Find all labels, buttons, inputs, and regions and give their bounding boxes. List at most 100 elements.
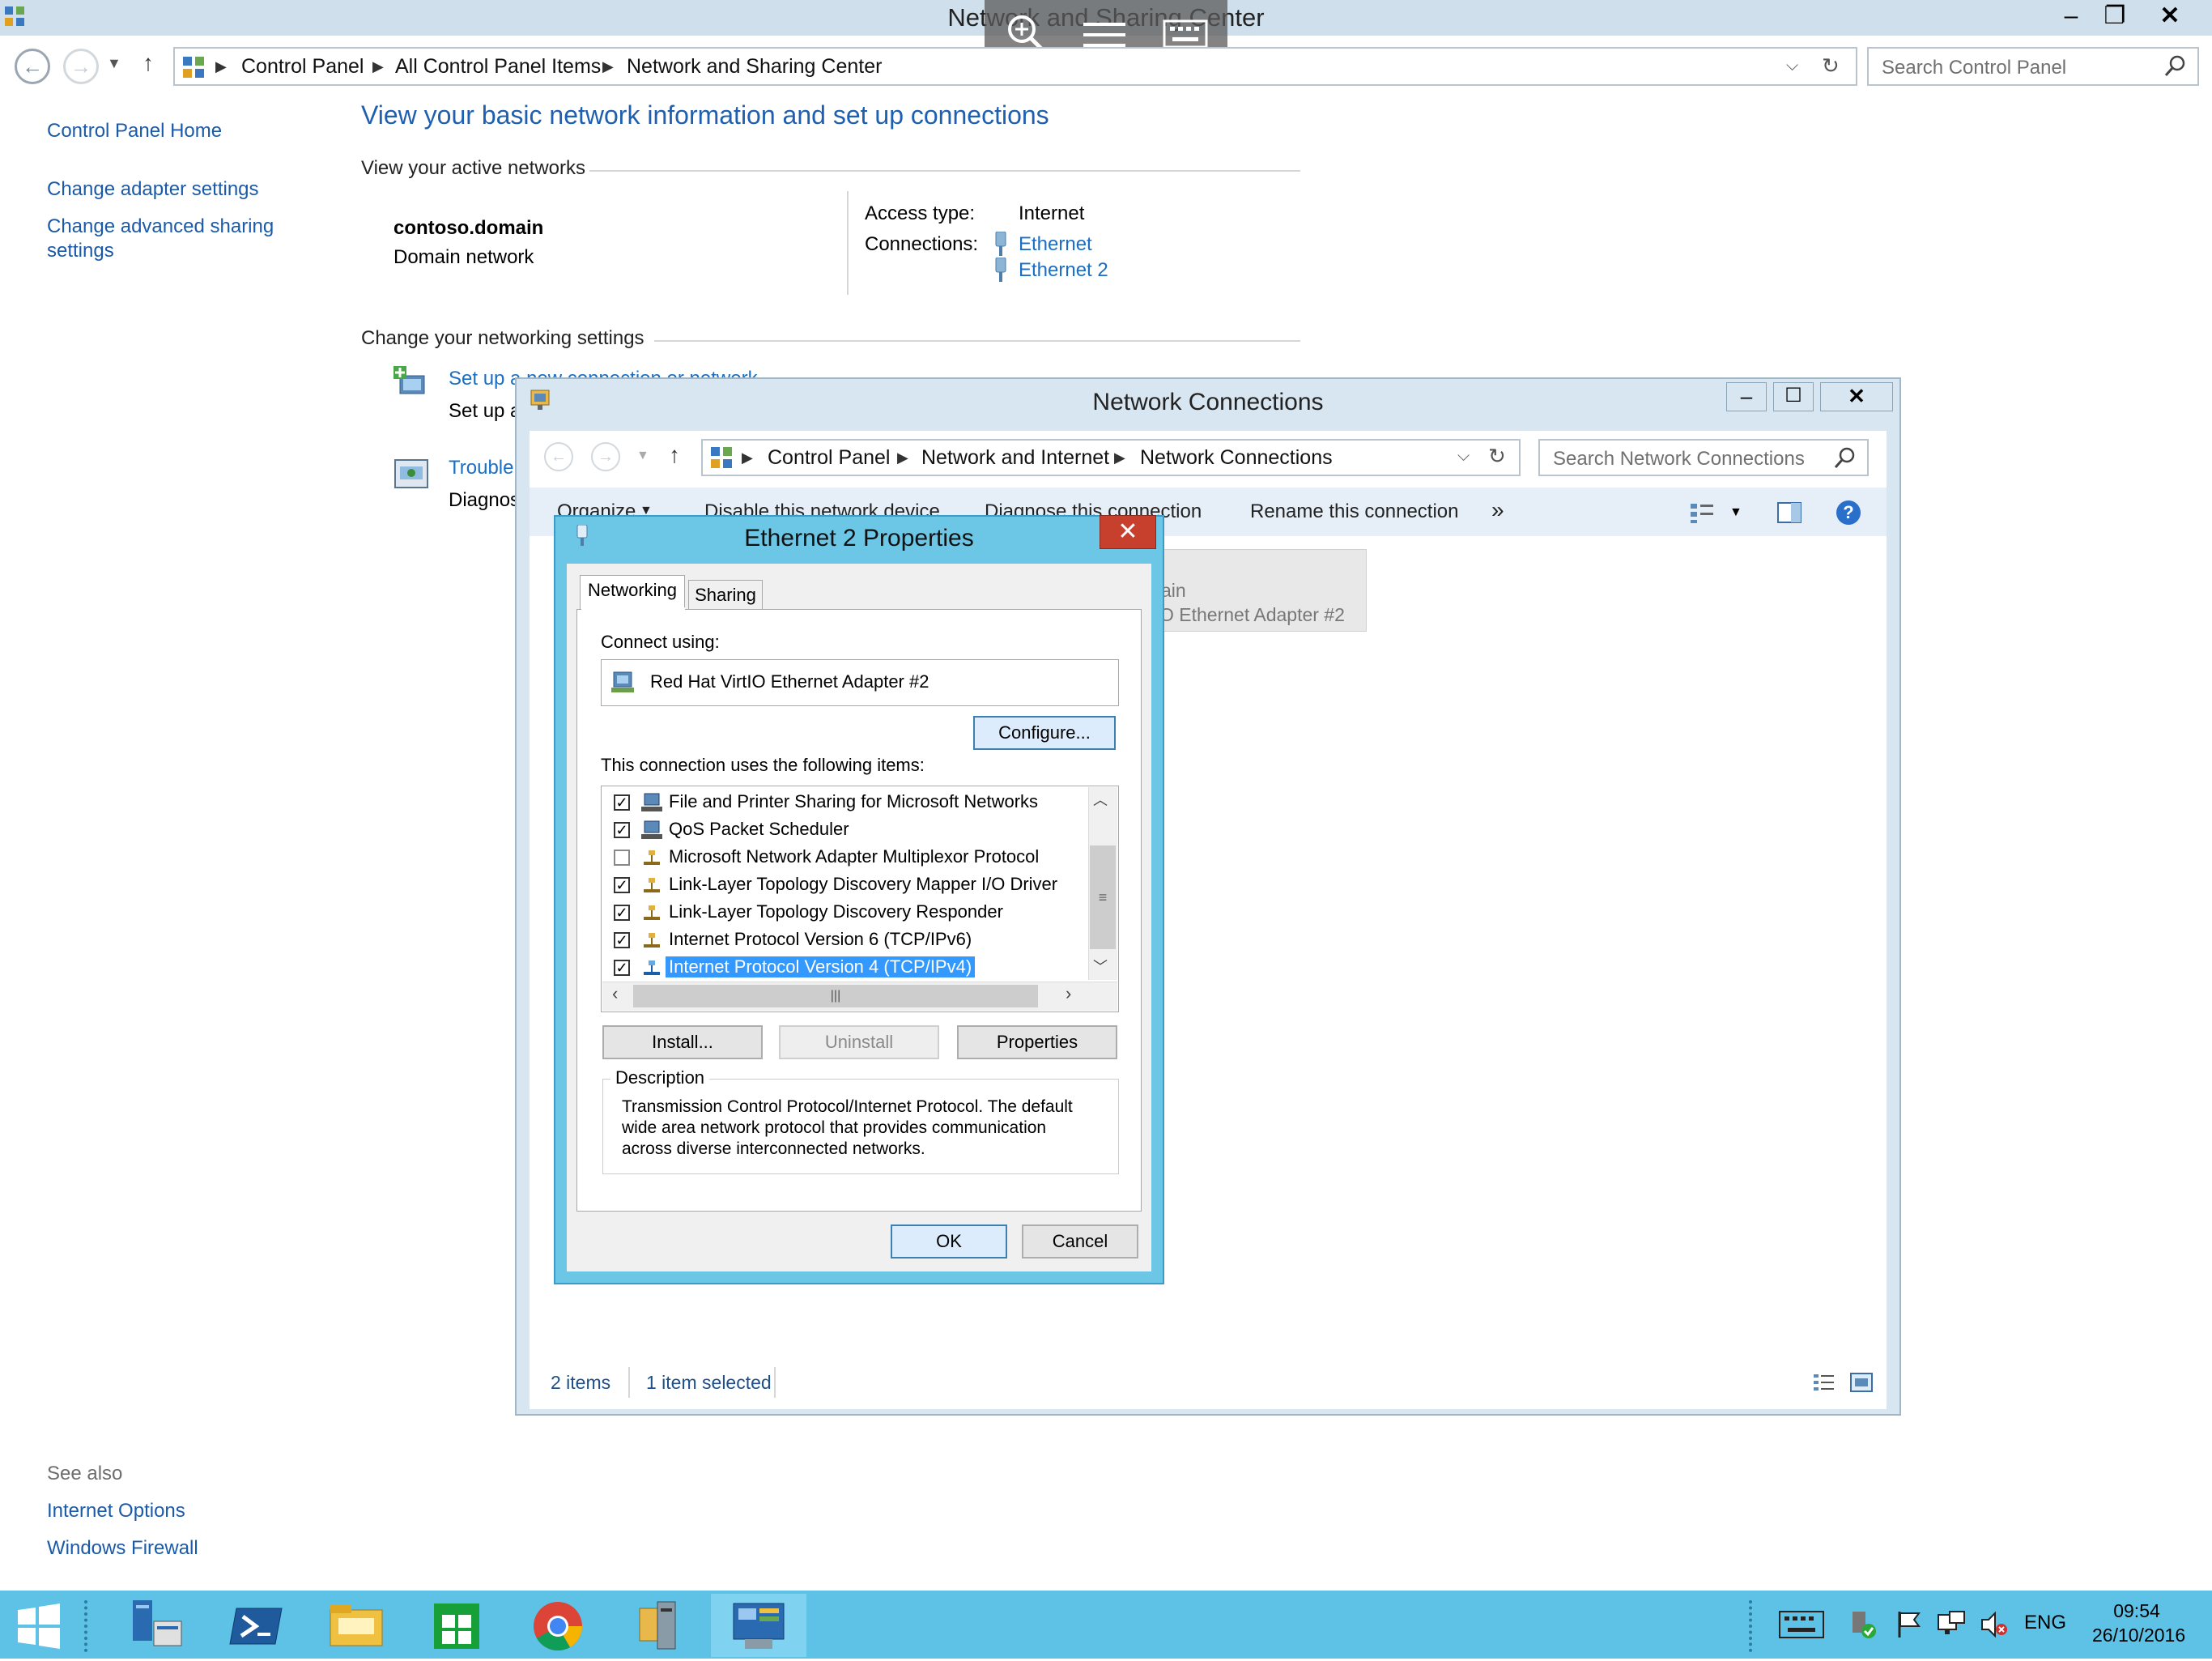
nc-back-button[interactable]: ← (544, 442, 573, 471)
item-checkbox[interactable]: ✓ (614, 877, 630, 893)
chevron-down-icon[interactable]: ⌵ (1786, 57, 1798, 75)
search-icon[interactable] (2163, 53, 2188, 78)
nc-breadcrumb-network-internet[interactable]: Network and Internet (921, 441, 1109, 475)
scroll-right-icon[interactable]: › (1066, 983, 1071, 1004)
search-input[interactable]: Search Control Panel (1867, 47, 2199, 86)
chevron-down-icon[interactable]: ⌵ (1457, 447, 1470, 466)
menu-icon[interactable] (1083, 21, 1125, 49)
scroll-left-icon[interactable]: ‹ (612, 983, 618, 1004)
breadcrumb-all-items[interactable]: All Control Panel Items (395, 49, 601, 84)
nc-up-button[interactable]: ↑ (669, 442, 680, 468)
breadcrumb-control-panel[interactable]: Control Panel (241, 49, 364, 84)
volume-muted-icon[interactable] (1979, 1610, 2008, 1639)
forward-button[interactable]: → (63, 49, 99, 84)
server-manager-icon[interactable] (108, 1594, 204, 1657)
network-tray-icon[interactable] (1937, 1610, 1966, 1639)
scroll-up-icon[interactable]: ︿ (1093, 789, 1108, 810)
restore-button[interactable]: ❐ (2089, 0, 2141, 32)
ethernet-link[interactable]: Ethernet (1019, 233, 1092, 256)
change-advanced-sharing-link[interactable]: Change advanced sharing (47, 215, 274, 238)
item-checkbox[interactable]: ✓ (614, 932, 630, 948)
list-item[interactable]: Microsoft Network Adapter Multiplexor Pr… (606, 844, 1091, 871)
control-panel-taskbar-icon[interactable] (711, 1594, 806, 1657)
ethernet-2-link[interactable]: Ethernet 2 (1019, 259, 1108, 282)
breadcrumb-separator[interactable]: ▶ (602, 49, 614, 84)
close-button[interactable]: ✕ (2144, 0, 2196, 32)
large-icons-view-icon[interactable] (1849, 1372, 1874, 1393)
divider (628, 1367, 630, 1398)
item-checkbox[interactable]: ✓ (614, 960, 630, 976)
item-checkbox[interactable] (614, 850, 630, 866)
breadcrumb-separator[interactable]: ▶ (372, 49, 384, 84)
uninstall-button[interactable]: Uninstall (779, 1025, 939, 1059)
configure-button[interactable]: Configure... (973, 716, 1116, 750)
change-advanced-sharing-link-line2[interactable]: settings (47, 240, 114, 262)
nc-breadcrumb-network-connections[interactable]: Network Connections (1140, 441, 1333, 475)
nc-forward-button[interactable]: → (591, 442, 620, 471)
nc-minimize-button[interactable]: – (1726, 382, 1767, 411)
internet-options-link[interactable]: Internet Options (47, 1500, 185, 1523)
details-view-icon[interactable] (1812, 1372, 1836, 1393)
horizontal-scrollbar-thumb[interactable]: ||| (633, 985, 1038, 1007)
breadcrumb-separator[interactable]: ▶ (742, 441, 753, 475)
scroll-down-icon[interactable]: ﹀ (1093, 956, 1108, 977)
nc-address-bar[interactable]: ▶ Control Panel ▶ Network and Internet ▶… (701, 439, 1521, 476)
refresh-icon[interactable]: ↻ (1822, 53, 1840, 79)
nc-maximize-button[interactable]: ☐ (1773, 382, 1814, 411)
help-icon[interactable]: ? (1836, 500, 1861, 525)
troubleshoot-link[interactable]: Trouble (449, 457, 513, 479)
breadcrumb-separator[interactable]: ▶ (215, 49, 227, 84)
rename-connection-button[interactable]: Rename this connection (1250, 500, 1458, 523)
list-item[interactable]: ✓ Link-Layer Topology Discovery Mapper I… (606, 871, 1091, 899)
windows-firewall-link[interactable]: Windows Firewall (47, 1537, 198, 1560)
ok-button[interactable]: OK (891, 1224, 1007, 1259)
touch-keyboard-icon[interactable] (1778, 1610, 1825, 1639)
action-center-flag-icon[interactable] (1895, 1610, 1922, 1639)
network-tool-icon[interactable] (610, 1594, 706, 1657)
more-commands-button[interactable]: » (1491, 497, 1504, 523)
back-button[interactable]: ← (15, 49, 50, 84)
breadcrumb-separator[interactable]: ▶ (897, 441, 908, 475)
recent-pages-icon[interactable]: ▼ (107, 55, 121, 72)
item-checkbox[interactable]: ✓ (614, 794, 630, 811)
search-icon[interactable] (1833, 445, 1857, 470)
nc-breadcrumb-control-panel[interactable]: Control Panel (768, 441, 890, 475)
list-item[interactable]: ✓ File and Printer Sharing for Microsoft… (606, 789, 1091, 816)
preview-pane-icon[interactable] (1776, 500, 1802, 525)
breadcrumb-separator[interactable]: ▶ (1114, 441, 1125, 475)
change-adapter-settings-link[interactable]: Change adapter settings (47, 178, 259, 201)
change-view-icon[interactable] (1689, 500, 1716, 525)
list-item-selected[interactable]: ✓ Internet Protocol Version 4 (TCP/IPv4) (606, 954, 1091, 982)
install-button[interactable]: Install... (602, 1025, 763, 1059)
start-button[interactable] (16, 1604, 62, 1649)
chrome-icon[interactable] (510, 1594, 606, 1657)
store-icon[interactable] (410, 1594, 505, 1657)
nc-recent-pages-icon[interactable]: ▼ (636, 449, 649, 463)
chevron-down-icon[interactable]: ▼ (1729, 505, 1742, 520)
control-panel-home-link[interactable]: Control Panel Home (47, 120, 222, 143)
list-item[interactable]: ✓ Link-Layer Topology Discovery Responde… (606, 899, 1091, 926)
properties-button[interactable]: Properties (957, 1025, 1117, 1059)
security-status-icon[interactable] (1849, 1608, 1877, 1641)
cancel-button[interactable]: Cancel (1022, 1224, 1138, 1259)
nc-search-input[interactable]: Search Network Connections (1538, 439, 1869, 476)
keyboard-icon[interactable] (1163, 19, 1208, 50)
item-label: Link-Layer Topology Discovery Responder (669, 901, 1003, 922)
scrollbar-thumb[interactable]: ≡ (1090, 845, 1116, 949)
address-bar[interactable]: ▶ Control Panel ▶ All Control Panel Item… (173, 47, 1857, 86)
breadcrumb-network-sharing[interactable]: Network and Sharing Center (627, 49, 882, 84)
file-explorer-icon[interactable] (309, 1594, 405, 1657)
clock[interactable]: 09:54 26/10/2016 (2092, 1599, 2185, 1647)
list-item[interactable]: ✓ Internet Protocol Version 6 (TCP/IPv6) (606, 926, 1091, 954)
language-indicator[interactable]: ENG (2024, 1612, 2066, 1634)
tab-sharing[interactable]: Sharing (688, 580, 763, 611)
nc-close-button[interactable]: ✕ (1820, 382, 1893, 411)
item-checkbox[interactable]: ✓ (614, 822, 630, 838)
item-checkbox[interactable]: ✓ (614, 905, 630, 921)
refresh-icon[interactable]: ↻ (1488, 444, 1506, 469)
powershell-icon[interactable] (209, 1594, 304, 1657)
list-item[interactable]: ✓ QoS Packet Scheduler (606, 816, 1091, 844)
dialog-close-button[interactable]: ✕ (1100, 515, 1156, 549)
up-button[interactable]: ↑ (143, 50, 154, 76)
tab-networking[interactable]: Networking (580, 575, 685, 609)
